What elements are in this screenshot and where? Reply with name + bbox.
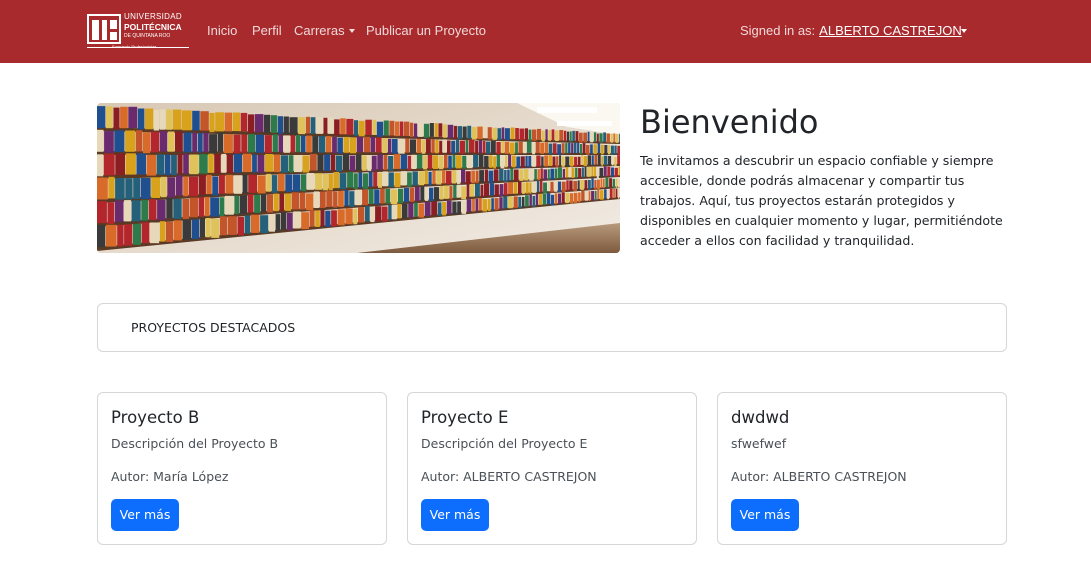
project-card-author: Autor: ALBERTO CASTREJON xyxy=(421,469,597,484)
logo-line2: POLITÉCNICA xyxy=(124,22,182,32)
chevron-down-icon xyxy=(348,29,355,33)
user-menu-toggle[interactable] xyxy=(957,24,971,38)
project-card-author: Autor: ALBERTO CASTREJON xyxy=(731,469,907,484)
project-card: Proyecto B Descripción del Proyecto B Au… xyxy=(97,392,387,545)
ver-mas-button[interactable]: Ver más xyxy=(731,499,799,531)
logo-text: UNIVERSIDAD POLITÉCNICA DE QUINTANA ROO xyxy=(124,13,190,39)
library-hero-image xyxy=(97,103,620,253)
featured-projects-header: PROYECTOS DESTACADOS xyxy=(97,303,1007,352)
logo-tagline: Formando Profesionistas xyxy=(112,44,157,49)
university-logo[interactable]: UNIVERSIDAD POLITÉCNICA DE QUINTANA ROO … xyxy=(87,13,189,51)
project-card-description: Descripción del Proyecto E xyxy=(421,436,588,451)
navbar: UNIVERSIDAD POLITÉCNICA DE QUINTANA ROO … xyxy=(0,0,1091,63)
hero-title: Bienvenido xyxy=(640,103,819,141)
signed-in-user-link[interactable]: ALBERTO CASTREJON xyxy=(819,23,962,38)
signed-in-label: Signed in as: xyxy=(740,23,816,38)
chevron-down-icon xyxy=(961,29,967,33)
bookshelves-illustration xyxy=(97,103,620,253)
project-card-title: dwdwd xyxy=(731,408,790,427)
project-card-description: sfwefwef xyxy=(731,436,787,451)
nav-link-perfil[interactable]: Perfil xyxy=(252,23,282,38)
ver-mas-button[interactable]: Ver más xyxy=(111,499,179,531)
signed-in-info: Signed in as: ALBERTO CASTREJON xyxy=(740,23,962,38)
nav-link-carreras[interactable]: Carreras xyxy=(294,23,355,38)
featured-projects-label: PROYECTOS DESTACADOS xyxy=(131,320,296,335)
nav-link-publicar-proyecto[interactable]: Publicar un Proyecto xyxy=(366,23,486,38)
project-card-description: Descripción del Proyecto B xyxy=(111,436,279,451)
nav-link-carreras-label: Carreras xyxy=(294,23,345,38)
nav-link-inicio[interactable]: Inicio xyxy=(207,23,237,38)
logo-line1: UNIVERSIDAD xyxy=(124,12,182,21)
project-card: Proyecto E Descripción del Proyecto E Au… xyxy=(407,392,697,545)
project-card: dwdwd sfwefwef Autor: ALBERTO CASTREJON … xyxy=(717,392,1007,545)
university-crest-icon xyxy=(87,14,121,44)
project-card-author: Autor: María López xyxy=(111,469,229,484)
hero-description: Te invitamos a descubrir un espacio conf… xyxy=(640,153,1003,248)
logo-line3: DE QUINTANA ROO xyxy=(124,32,171,39)
ver-mas-button[interactable]: Ver más xyxy=(421,499,489,531)
project-card-title: Proyecto E xyxy=(421,408,509,427)
project-card-title: Proyecto B xyxy=(111,408,200,427)
